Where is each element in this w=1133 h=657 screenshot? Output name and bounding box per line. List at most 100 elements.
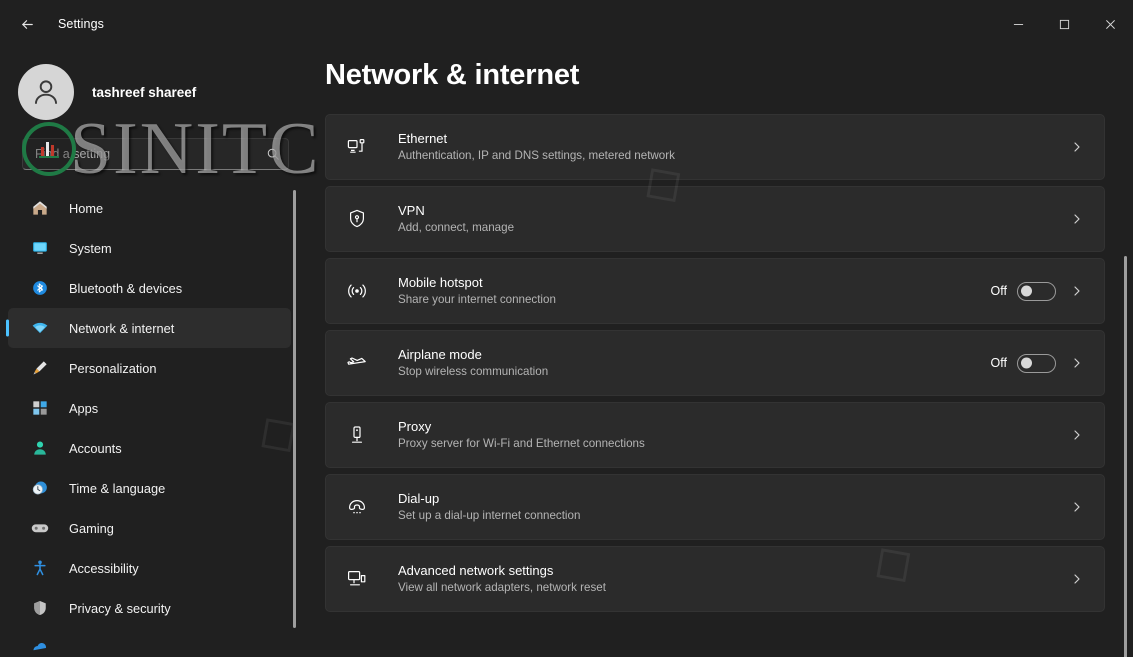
home-icon <box>30 198 50 218</box>
card-vpn[interactable]: VPN Add, connect, manage <box>325 186 1105 252</box>
sidebar-item-label: Apps <box>69 400 99 416</box>
airplane-icon <box>344 350 370 376</box>
shield-icon <box>30 598 50 618</box>
window-controls <box>995 0 1133 48</box>
sidebar-item-label: System <box>69 240 112 256</box>
sidebar-item-label: Gaming <box>69 520 114 536</box>
chevron-right-icon[interactable] <box>1062 276 1092 306</box>
card-advanced-network-settings[interactable]: Advanced network settings View all netwo… <box>325 546 1105 612</box>
close-button[interactable] <box>1087 0 1133 48</box>
sidebar-item-label: Privacy & security <box>69 600 171 616</box>
card-title: VPN <box>398 202 425 218</box>
chevron-right-icon[interactable] <box>1062 492 1092 522</box>
minimize-icon <box>1013 23 1023 25</box>
page-title: Network & internet <box>325 59 580 91</box>
back-arrow-icon <box>21 19 33 29</box>
navigation-list: Home System Bluetooth & devices Network … <box>0 188 305 657</box>
main-scrollbar[interactable] <box>1124 256 1127 657</box>
sidebar-item-accessibility[interactable]: Accessibility <box>8 548 291 588</box>
sidebar-item-time-language[interactable]: Time & language <box>8 468 291 508</box>
card-title: Dial-up <box>398 490 440 506</box>
sidebar-item-label: Time & language <box>69 480 166 496</box>
toggle-state-label: Off <box>990 356 1007 370</box>
main-content: Network & internet Ethernet Authenticati… <box>305 48 1133 657</box>
app-title: Settings <box>58 17 104 31</box>
card-actions <box>1056 132 1092 162</box>
title-bar: Settings <box>0 0 1133 48</box>
sidebar-item-personalization[interactable]: Personalization <box>8 348 291 388</box>
windows-update-icon <box>30 638 50 657</box>
card-airplane-mode[interactable]: Airplane mode Stop wireless communicatio… <box>325 330 1105 396</box>
search-icon[interactable] <box>266 147 280 161</box>
card-actions <box>1056 420 1092 450</box>
minimize-button[interactable] <box>995 0 1041 48</box>
gamepad-icon <box>31 524 49 533</box>
person-avatar-icon <box>34 80 58 104</box>
card-actions: Off <box>991 276 1092 306</box>
maximize-button[interactable] <box>1041 0 1087 48</box>
chevron-right-icon[interactable] <box>1062 348 1092 378</box>
card-dial-up[interactable]: Dial-up Set up a dial-up internet connec… <box>325 474 1105 540</box>
card-actions: Off <box>991 348 1092 378</box>
chevron-right-icon[interactable] <box>1062 132 1092 162</box>
profile-name: tashreef shareef <box>92 84 197 100</box>
sidebar: tashreef shareef Home <box>0 48 305 657</box>
sidebar-item-bluetooth-devices[interactable]: Bluetooth & devices <box>8 268 291 308</box>
sidebar-item-label: Home <box>69 200 104 216</box>
card-proxy[interactable]: Proxy Proxy server for Wi-Fi and Etherne… <box>325 402 1105 468</box>
card-ethernet[interactable]: Ethernet Authentication, IP and DNS sett… <box>325 114 1105 180</box>
sidebar-item-windows-update[interactable] <box>8 628 291 657</box>
accessibility-person-icon <box>30 558 50 578</box>
paintbrush-icon <box>30 358 50 378</box>
card-actions <box>1056 564 1092 594</box>
apps-grid-icon <box>30 398 50 418</box>
avatar <box>18 64 74 120</box>
settings-card-list: Ethernet Authentication, IP and DNS sett… <box>305 114 1133 612</box>
card-text: Ethernet Authentication, IP and DNS sett… <box>398 130 1056 165</box>
sidebar-item-label: Accounts <box>69 440 122 456</box>
card-subtitle: Set up a dial-up internet connection <box>398 509 581 523</box>
card-text: Proxy Proxy server for Wi-Fi and Etherne… <box>398 418 1056 453</box>
search-input[interactable] <box>35 147 266 161</box>
sidebar-scrollbar[interactable] <box>293 190 296 628</box>
sidebar-item-apps[interactable]: Apps <box>8 388 291 428</box>
close-icon <box>1105 19 1115 29</box>
card-text: Advanced network settings View all netwo… <box>398 562 1056 597</box>
sidebar-item-network-internet[interactable]: Network & internet <box>8 308 291 348</box>
card-title: Proxy <box>398 418 432 434</box>
card-mobile-hotspot[interactable]: Mobile hotspot Share your internet conne… <box>325 258 1105 324</box>
search-box[interactable] <box>22 138 289 170</box>
chevron-right-icon[interactable] <box>1062 564 1092 594</box>
user-profile[interactable]: tashreef shareef <box>0 48 305 126</box>
advanced-network-icon <box>344 566 370 592</box>
card-title: Mobile hotspot <box>398 274 483 290</box>
sidebar-item-system[interactable]: System <box>8 228 291 268</box>
sidebar-item-home[interactable]: Home <box>8 188 291 228</box>
toggle-knob <box>1021 285 1032 297</box>
sidebar-item-accounts[interactable]: Accounts <box>8 428 291 468</box>
card-subtitle: Share your internet connection <box>398 293 556 307</box>
chevron-right-icon[interactable] <box>1062 204 1092 234</box>
proxy-server-icon <box>344 422 370 448</box>
card-text: Mobile hotspot Share your internet conne… <box>398 274 991 309</box>
card-subtitle: Add, connect, manage <box>398 221 515 235</box>
settings-window: Settings tashreef shareef Find a setting… <box>0 0 1133 657</box>
card-text: Airplane mode Stop wireless communicatio… <box>398 346 991 381</box>
back-button[interactable] <box>10 8 44 40</box>
airplane-mode-toggle[interactable] <box>1017 353 1056 373</box>
sidebar-item-gaming[interactable]: Gaming <box>8 508 291 548</box>
sidebar-item-privacy-security[interactable]: Privacy & security <box>8 588 291 628</box>
card-text: VPN Add, connect, manage <box>398 202 1056 237</box>
sidebar-item-label: Accessibility <box>69 560 139 576</box>
system-monitor-icon <box>30 238 50 258</box>
card-subtitle: View all network adapters, network reset <box>398 581 606 595</box>
search-container <box>22 138 289 170</box>
card-title: Advanced network settings <box>398 562 554 578</box>
chevron-right-icon[interactable] <box>1062 420 1092 450</box>
card-actions <box>1056 492 1092 522</box>
card-actions <box>1056 204 1092 234</box>
mobile-hotspot-toggle[interactable] <box>1017 281 1056 301</box>
wifi-icon <box>30 318 50 338</box>
ethernet-icon <box>344 134 370 160</box>
sidebar-item-label: Bluetooth & devices <box>69 280 183 296</box>
